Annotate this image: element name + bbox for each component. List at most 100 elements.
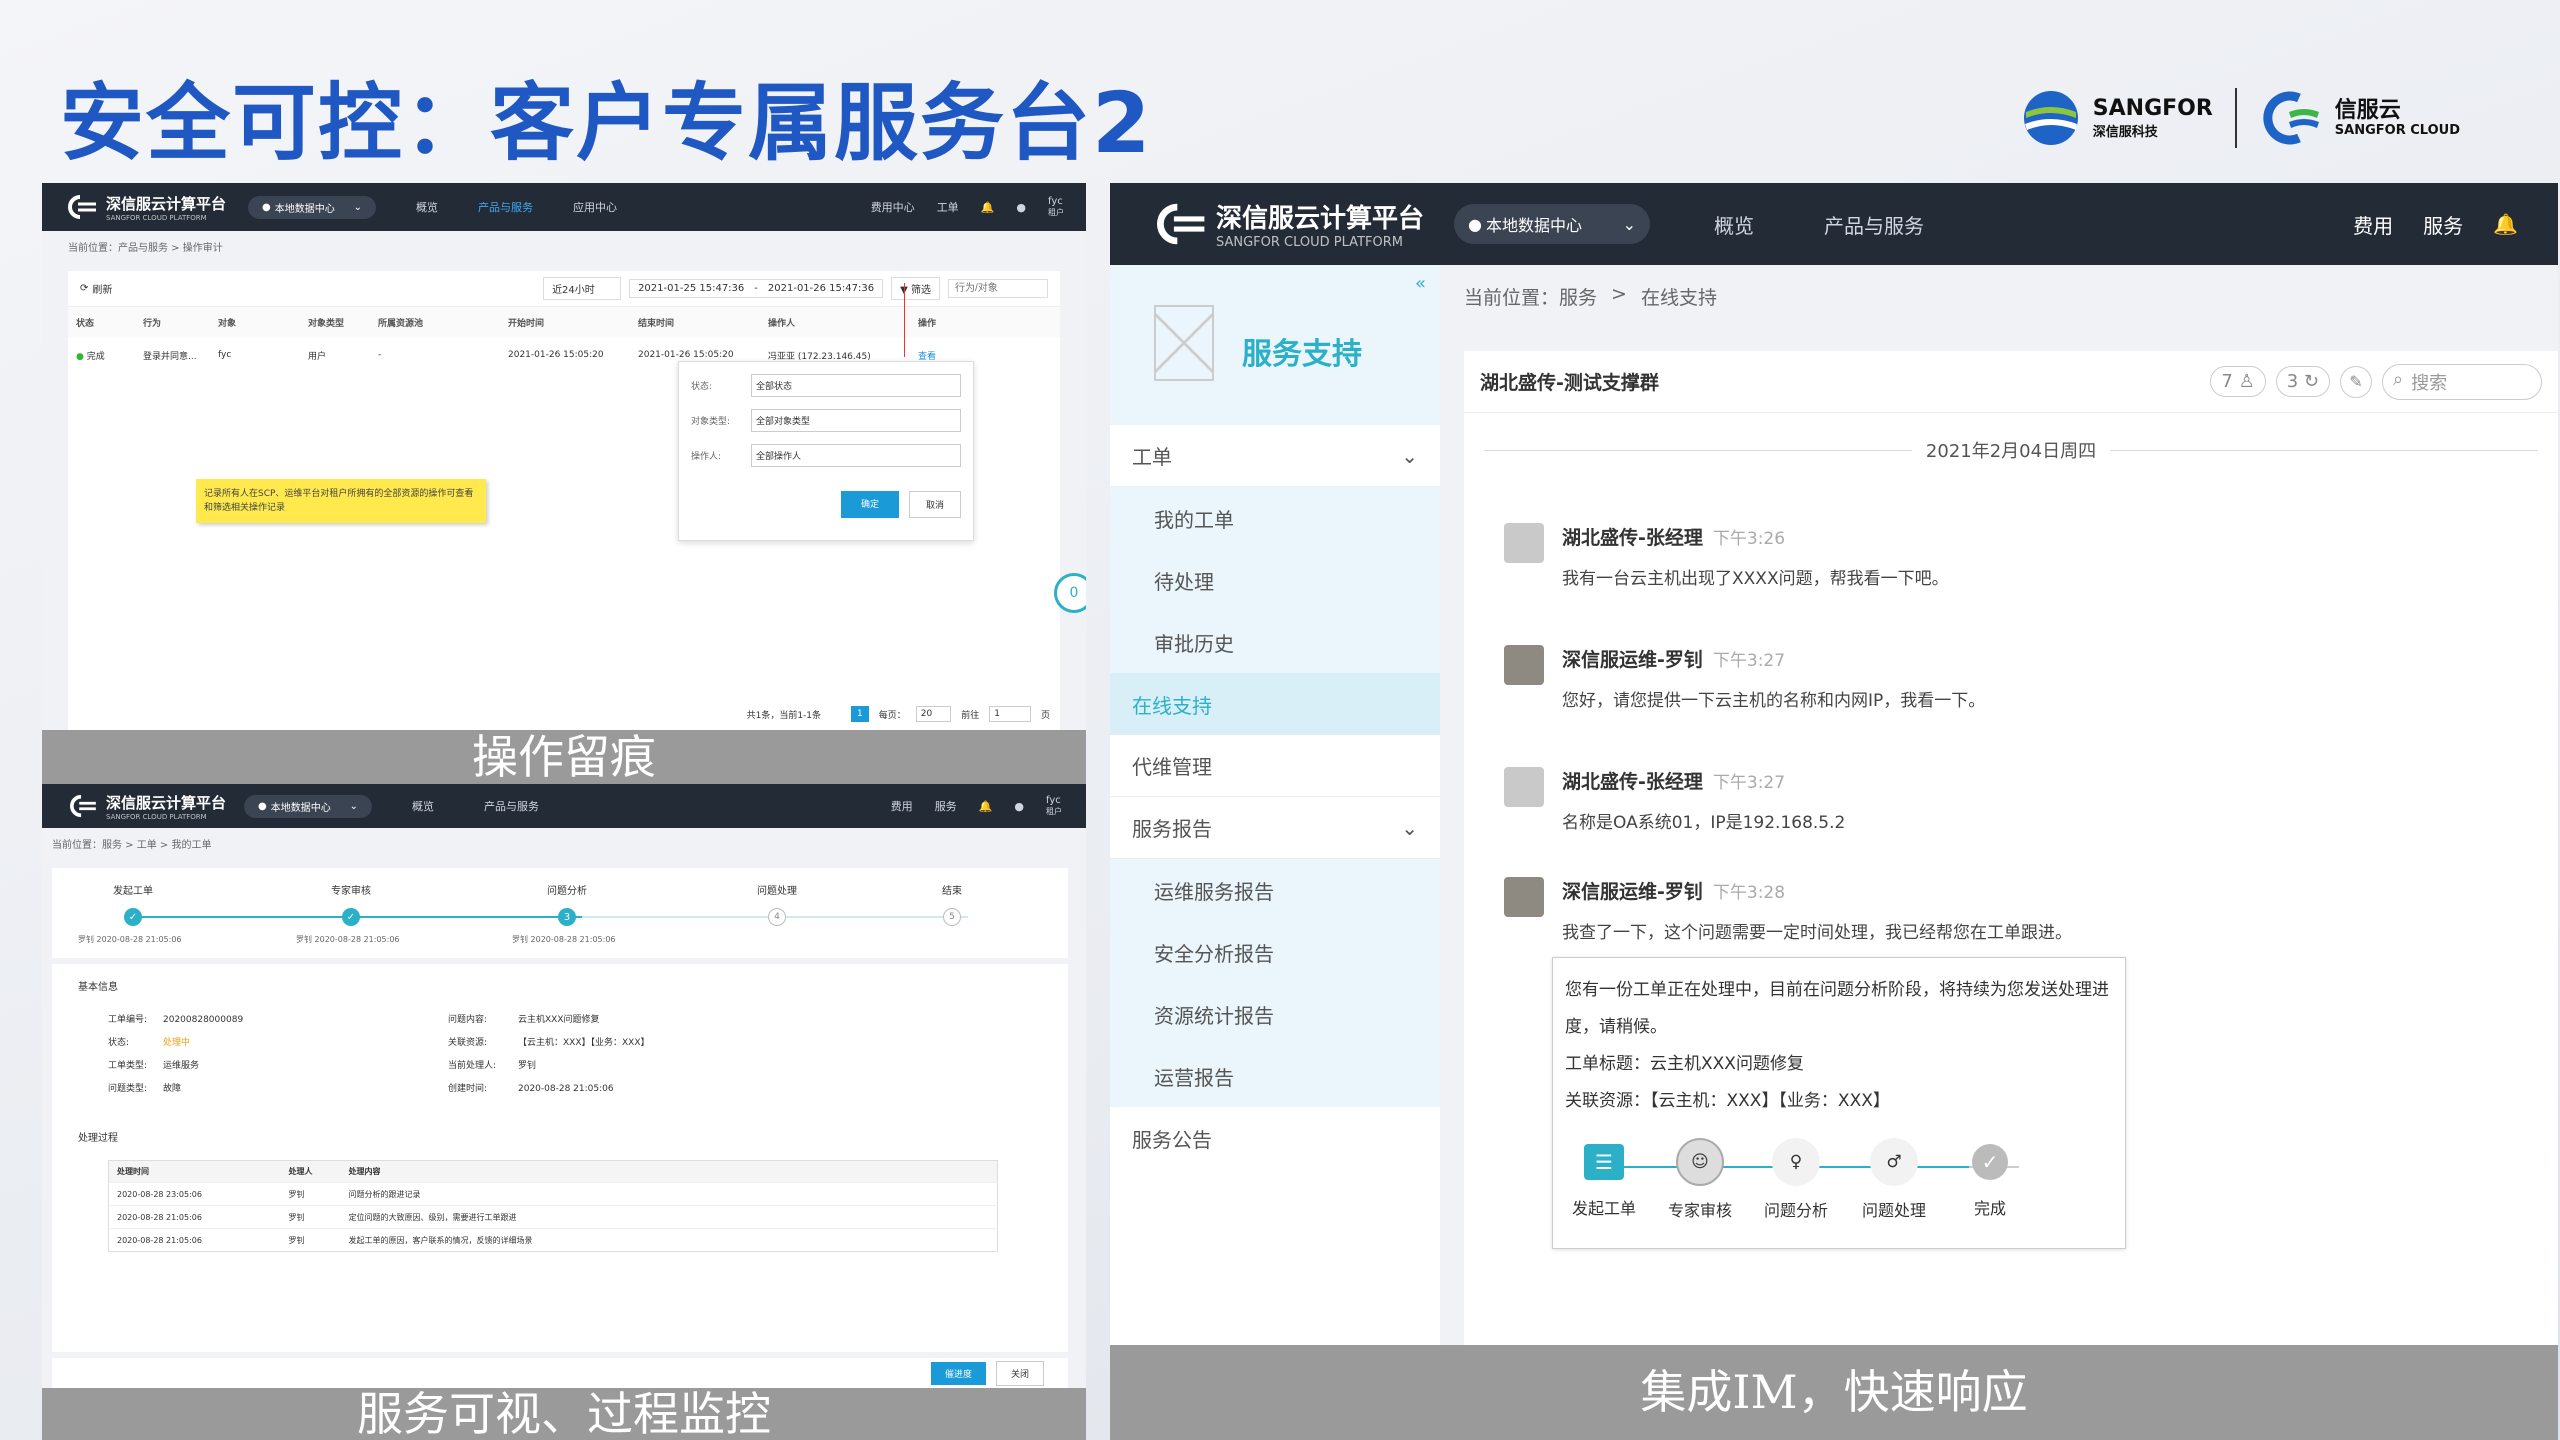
info-row: 创建时间: 2020-08-28 21:05:06 [448,1078,650,1101]
nav-overview[interactable]: 概览 [412,798,434,814]
refresh-button[interactable]: 刷新 [92,281,112,296]
urge-button[interactable]: 催进度 [930,1361,986,1385]
pager-page-button[interactable]: 1 [851,706,869,722]
nav-app-center[interactable]: 应用中心 [573,199,617,215]
msg-sender: 深信服运维-罗钊 下午3:28 [1562,877,2072,904]
sidebar-group-reports[interactable]: 服务报告 ⌄ [1110,797,1440,859]
platform-logo[interactable]: 深信服云计算平台 SANGFOR CLOUD PLATFORM [1150,198,1424,250]
time-range-select[interactable]: 近24小时 [543,277,622,300]
process-title: 处理过程 [78,1133,118,1144]
pinned-button[interactable]: 3 ↻ [2275,366,2330,397]
datacenter-select[interactable]: ● 本地数据中心 ⌄ [244,794,373,818]
nav-billing[interactable]: 费用 [2353,210,2393,239]
datacenter-label: 本地数据中心 [274,203,335,215]
sidebar-item-online-support[interactable]: 在线支持 [1110,673,1440,735]
card-title: 工单标题：云主机XXX问题修复 [1565,1054,1804,1074]
filter-operator-select[interactable]: 全部操作人 [751,444,961,467]
info-value: 2020-08-28 21:05:06 [518,1084,614,1094]
step-label: 结束 [942,886,962,897]
platform-logo[interactable]: 深信服云计算平台 SANGFOR CLOUD PLATFORM [64,193,226,222]
user-menu[interactable]: fyc 租户 [1048,196,1064,218]
sidebar-item-resource-report[interactable]: 资源统计报告 [1110,983,1440,1045]
table-header[interactable]: 对象类型 [308,307,378,337]
sidebar-item-label: 在线支持 [1132,693,1212,718]
sidebar-item-label: 服务报告 [1132,817,1212,841]
refresh-icon[interactable]: ⟳ [80,283,88,294]
member-count: 7 [2221,371,2233,392]
pager-per-page-select[interactable]: 20 [915,706,952,722]
sidebar-item-ops-report[interactable]: 运维服务报告 [1110,859,1440,921]
nav-billing[interactable]: 费用 [891,798,913,814]
user-avatar-icon[interactable]: ● [1014,800,1024,813]
card-step-1: ☰ 发起工单 [1569,1132,1639,1227]
platform-logo-icon [1157,203,1205,245]
nav-products[interactable]: 产品与服务 [1824,210,1924,239]
filter-type-select[interactable]: 全部对象类型 [751,409,961,432]
table-header[interactable]: 行为 [143,307,218,337]
table-header[interactable]: 操作人 [768,307,918,337]
table-header[interactable]: 所属资源池 [378,307,508,337]
platform-logo[interactable]: 深信服云计算平台 SANGFOR CLOUD PLATFORM [66,792,226,821]
nav-billing[interactable]: 费用中心 [871,199,915,215]
breadcrumb-part[interactable]: 当前位置：服务 [1464,283,1597,310]
date-range-picker[interactable]: 2021-01-25 15:47:36-2021-01-26 15:47:36 [629,279,884,298]
card-step-2: ☺ 专家审核 [1665,1132,1735,1229]
nav-products[interactable]: 产品与服务 [478,199,533,215]
nav-ticket[interactable]: 工单 [937,199,959,215]
avatar[interactable] [1504,523,1544,563]
sidebar-item-my-tickets[interactable]: 我的工单 [1110,487,1440,549]
card-step-label: 完成 [1973,1199,2006,1218]
avatar[interactable] [1504,767,1544,807]
filter-button[interactable]: ▼ 筛选 [891,277,940,300]
pager-suffix: 页 [1040,710,1050,721]
user-name: fyc [1048,196,1063,207]
avatar[interactable] [1504,645,1544,685]
table-header[interactable]: 开始时间 [508,307,638,337]
platform-logo-icon [68,195,96,219]
audit-right-nav: 费用中心 工单 🔔 ● fyc 租户 [871,196,1064,218]
sangfor-cloud-logo: 信服云 SANGFOR CLOUD [2259,88,2460,148]
pager-goto-input[interactable]: 1 [989,706,1031,722]
bell-icon[interactable]: 🔔 [979,800,993,813]
msg-sender: 湖北盛传-张经理 下午3:27 [1562,767,1845,794]
table-header[interactable]: 操作 [918,307,1060,337]
filter-ok-button[interactable]: 确定 [840,491,899,518]
sidebar-item-announcement[interactable]: 服务公告 [1110,1107,1440,1169]
sidebar-item-pending[interactable]: 待处理 [1110,549,1440,611]
filter-status-select[interactable]: 全部状态 [751,374,961,397]
members-button[interactable]: 7 ♙ [2210,366,2266,397]
filter-cancel-button[interactable]: 取消 [908,491,961,518]
table-header[interactable]: 结束时间 [638,307,768,337]
sidebar-item-managed[interactable]: 代维管理 [1110,735,1440,797]
ticket-card[interactable]: 您有一份工单正在处理中，目前在问题分析阶段，将持续为您发送处理进度，请稍候。 工… [1552,957,2126,1249]
table-header[interactable]: 对象 [218,307,308,337]
avatar[interactable] [1504,877,1544,917]
user-menu[interactable]: fyc 租户 [1046,795,1062,817]
audit-search-input[interactable] [948,279,1048,298]
sidebar-item-operation-report[interactable]: 运营报告 [1110,1045,1440,1107]
nav-service[interactable]: 服务 [2423,210,2463,239]
step-1: 发起工单 ✓ 罗钊 2020-08-28 21:05:06 [78,882,238,944]
nav-overview[interactable]: 概览 [1714,210,1754,239]
sidebar-item-approval-history[interactable]: 审批历史 [1110,611,1440,673]
caption-audit: 操作留痕 [42,730,1086,784]
user-avatar-icon[interactable]: ● [1016,201,1026,214]
table-header[interactable]: 状态 [68,307,143,337]
collapse-icon[interactable]: « [1415,273,1426,294]
sidebar-item-security-report[interactable]: 安全分析报告 [1110,921,1440,983]
nav-products[interactable]: 产品与服务 [484,798,539,814]
pin-count: 3 [2286,371,2299,392]
nav-service[interactable]: 服务 [935,798,957,814]
info-key: 工单类型: [108,1061,148,1071]
im-right-nav: 费用 服务 🔔 [2353,210,2518,239]
pin-icon[interactable]: ✎ [2340,365,2372,398]
sidebar-group-ticket[interactable]: 工单 ⌄ [1110,425,1440,487]
bell-icon[interactable]: 🔔 [2493,212,2518,236]
datacenter-select[interactable]: ● 本地数据中心 ⌄ [1454,204,1651,244]
nav-overview[interactable]: 概览 [416,199,438,215]
close-button[interactable]: 关闭 [995,1360,1044,1386]
bell-icon[interactable]: 🔔 [981,201,995,214]
datacenter-select[interactable]: ● 本地数据中心 ⌄ [248,195,377,219]
chat-float-badge[interactable]: 0 [1054,573,1086,613]
chat-search-input[interactable]: ⌕ 搜索 [2382,363,2542,400]
